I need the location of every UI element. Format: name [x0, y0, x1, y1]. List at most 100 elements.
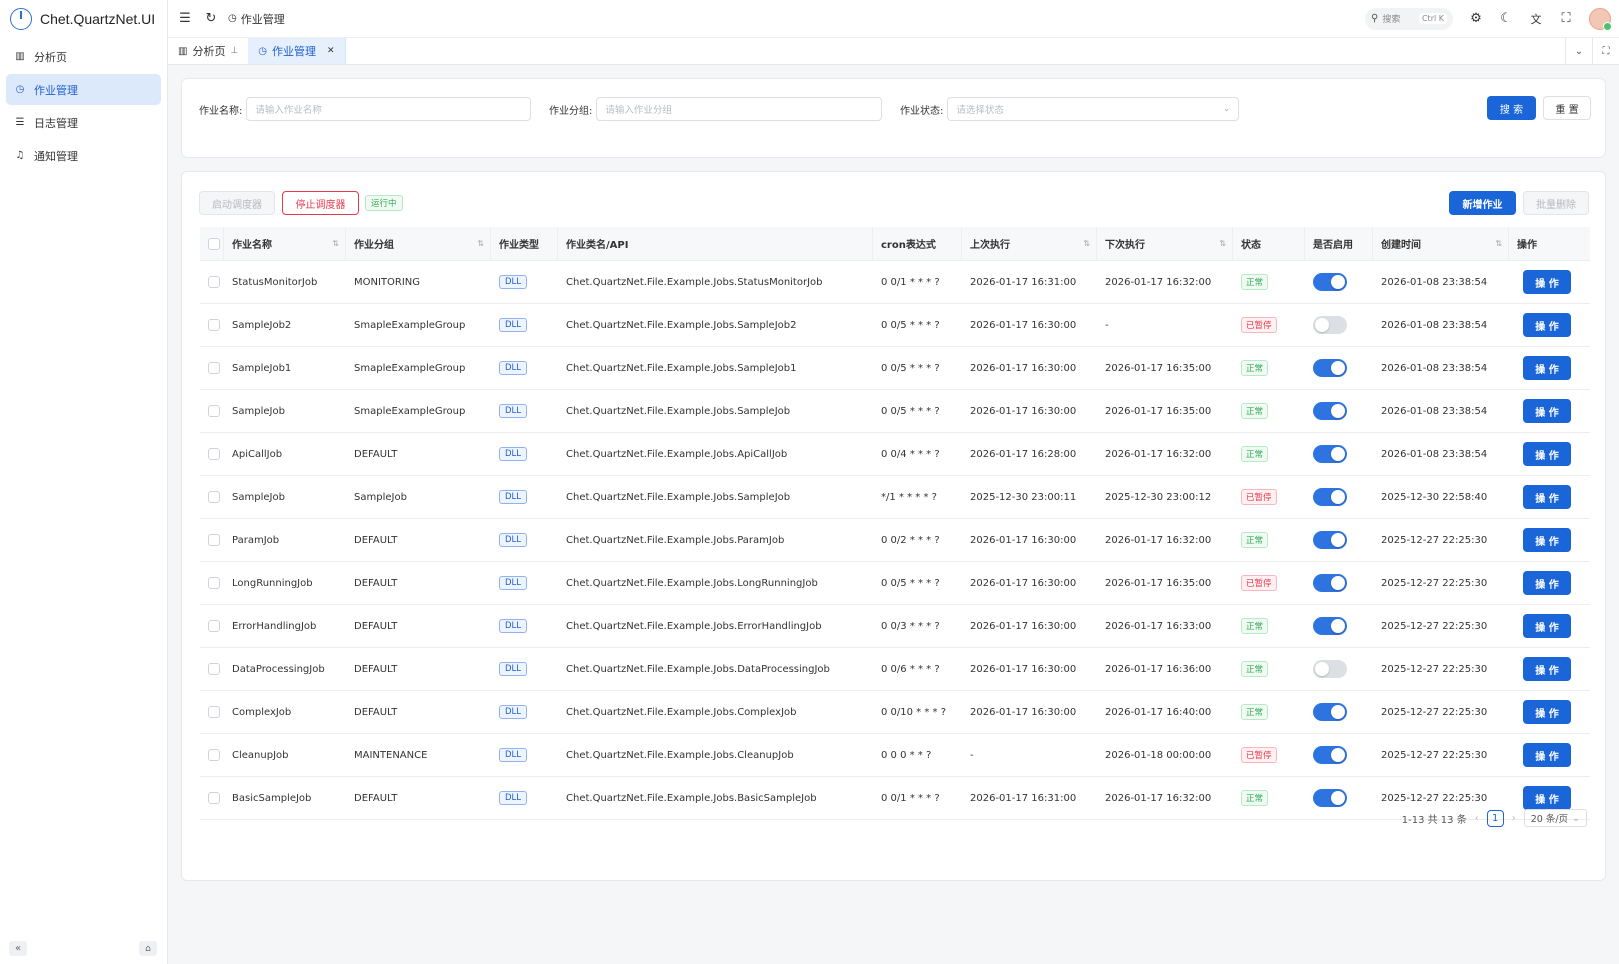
table-row: ApiCallJob DEFAULT DLL Chet.QuartzNet.File.… [200, 433, 1590, 476]
prev-page-icon[interactable]: ‹ [1475, 813, 1479, 824]
close-icon[interactable]: ✕ [327, 46, 335, 56]
operate-button[interactable]: 操 作 [1523, 743, 1571, 767]
operate-button[interactable]: 操 作 [1523, 313, 1571, 337]
job-type-cell: DLL [491, 476, 558, 518]
avatar[interactable] [1589, 7, 1612, 31]
maximize-icon[interactable]: ⛶ [1592, 38, 1619, 64]
row-checkbox[interactable] [208, 706, 220, 718]
col-header[interactable]: 上次执行 ⇅ [962, 227, 1097, 260]
reset-button[interactable]: 重 置 [1543, 96, 1591, 120]
breadcrumb-current[interactable]: 作业管理 [241, 11, 285, 27]
refresh-icon[interactable]: ↻ [198, 6, 224, 32]
tab-label: 作业管理 [272, 45, 317, 58]
cron-cell: 0 0/5 * * * ? [873, 347, 962, 389]
chart-icon: ▥ [15, 51, 25, 62]
job-type-tag: DLL [499, 275, 528, 289]
tab-jobs[interactable]: ◷ 作业管理 ✕ [248, 38, 346, 64]
fullscreen-icon[interactable]: ⛶ [1553, 6, 1579, 32]
operate-button[interactable]: 操 作 [1523, 571, 1571, 595]
operate-button[interactable]: 操 作 [1523, 700, 1571, 724]
enabled-toggle[interactable] [1313, 488, 1347, 506]
enabled-toggle[interactable] [1313, 617, 1347, 635]
enabled-toggle[interactable] [1313, 445, 1347, 463]
enabled-toggle[interactable] [1313, 273, 1347, 291]
row-checkbox[interactable] [208, 276, 220, 288]
last-run: 2026-01-17 16:28:00 [970, 448, 1077, 460]
enabled-toggle[interactable] [1313, 359, 1347, 377]
operate-button[interactable]: 操 作 [1523, 399, 1571, 423]
col-header[interactable]: 下次执行 ⇅ [1097, 227, 1233, 260]
col-header[interactable]: 创建时间 ⇅ [1373, 227, 1509, 260]
enabled-toggle[interactable] [1313, 703, 1347, 721]
row-checkbox[interactable] [208, 620, 220, 632]
col-header[interactable]: 作业名称 ⇅ [224, 227, 346, 260]
row-checkbox[interactable] [208, 319, 220, 331]
row-checkbox[interactable] [208, 448, 220, 460]
row-checkbox[interactable] [208, 577, 220, 589]
enabled-toggle[interactable] [1313, 660, 1347, 678]
select-all-checkbox-cell [200, 227, 224, 260]
row-checkbox[interactable] [208, 663, 220, 675]
search-button[interactable]: 搜 索 [1487, 96, 1536, 120]
operate-button[interactable]: 操 作 [1523, 614, 1571, 638]
enabled-toggle[interactable] [1313, 789, 1347, 807]
language-icon[interactable]: 文 [1523, 6, 1549, 32]
menu-toggle-icon[interactable]: ☰ [172, 6, 198, 32]
global-search[interactable]: ⚲ 搜索 Ctrl K [1365, 7, 1453, 30]
stop-scheduler-button[interactable]: 停止调度器 [282, 191, 359, 215]
col-header[interactable]: 作业分组 ⇅ [346, 227, 491, 260]
chevron-down-icon[interactable]: ⌄ [1565, 38, 1592, 64]
operate-button[interactable]: 操 作 [1523, 356, 1571, 380]
sidebar-item-analytics[interactable]: ▥ 分析页 [6, 41, 161, 72]
sort-icon[interactable]: ⇅ [332, 239, 339, 248]
enabled-toggle[interactable] [1313, 402, 1347, 420]
page-number[interactable]: 1 [1486, 809, 1504, 827]
row-checkbox[interactable] [208, 362, 220, 374]
chart-icon: ▥ [178, 45, 188, 57]
sidebar-item-notifications[interactable]: ♫ 通知管理 [6, 140, 161, 171]
last-run-cell: 2026-01-17 16:30:00 [962, 562, 1097, 604]
col-header-label: 下次执行 [1105, 240, 1145, 251]
pin-icon[interactable]: ⊥ [230, 46, 238, 56]
enabled-cell [1305, 777, 1373, 819]
sort-icon[interactable]: ⇅ [1219, 239, 1226, 248]
operate-button[interactable]: 操 作 [1523, 786, 1571, 810]
operate-button[interactable]: 操 作 [1523, 528, 1571, 552]
collapse-sidebar-icon[interactable]: « [9, 941, 27, 956]
job-status-select[interactable]: 请选择状态 ⌄ [947, 97, 1240, 121]
sort-icon[interactable]: ⇅ [1495, 239, 1502, 248]
job-name-input[interactable]: 请输入作业名称 [246, 97, 532, 121]
enabled-toggle[interactable] [1313, 531, 1347, 549]
operate-button[interactable]: 操 作 [1523, 270, 1571, 294]
cron-cell: */1 * * * * ? [873, 476, 962, 518]
row-checkbox[interactable] [208, 534, 220, 546]
pin-icon[interactable]: ⌂ [139, 941, 157, 956]
settings-icon[interactable]: ⚙ [1463, 6, 1489, 32]
select-all-checkbox[interactable] [208, 237, 220, 250]
dark-mode-icon[interactable]: ☾ [1493, 6, 1519, 32]
row-checkbox[interactable] [208, 405, 220, 417]
job-group-input[interactable]: 请输入作业分组 [596, 97, 883, 121]
operate-button[interactable]: 操 作 [1523, 485, 1571, 509]
job-status-label: 作业状态: [900, 105, 944, 117]
next-page-icon[interactable]: › [1512, 813, 1516, 824]
sort-icon[interactable]: ⇅ [1083, 239, 1090, 248]
enabled-toggle[interactable] [1313, 316, 1347, 334]
tab-analytics[interactable]: ▥ 分析页 ⊥ [168, 38, 248, 64]
enabled-toggle[interactable] [1313, 746, 1347, 764]
start-scheduler-button[interactable]: 启动调度器 [199, 191, 275, 215]
row-checkbox[interactable] [208, 749, 220, 761]
top-header: ☰ ↻ ◷ 作业管理 ⚲ 搜索 Ctrl K ⚙ ☾ 文 ⛶ [168, 0, 1619, 37]
batch-delete-button[interactable]: 批量删除 [1523, 191, 1589, 215]
status-badge: 正常 [1241, 790, 1269, 806]
operate-button[interactable]: 操 作 [1523, 442, 1571, 466]
row-checkbox[interactable] [208, 491, 220, 503]
sort-icon[interactable]: ⇅ [477, 239, 484, 248]
sidebar-item-jobs[interactable]: ◷ 作业管理 [6, 74, 161, 105]
operate-button[interactable]: 操 作 [1523, 657, 1571, 681]
enabled-toggle[interactable] [1313, 574, 1347, 592]
page-size-select[interactable]: 20 条/页 ⌄ [1523, 809, 1587, 827]
row-checkbox[interactable] [208, 792, 220, 804]
add-job-button[interactable]: 新增作业 [1449, 191, 1516, 215]
sidebar-item-logs[interactable]: ☰ 日志管理 [6, 107, 161, 138]
